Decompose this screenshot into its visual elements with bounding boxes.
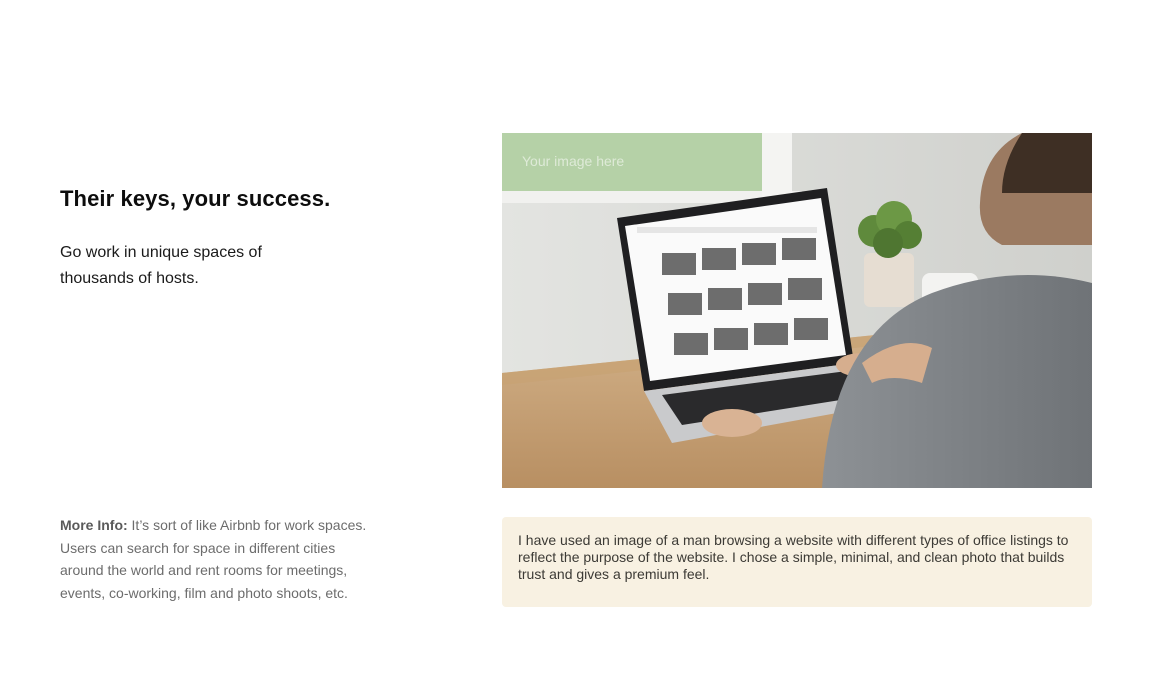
hero-subtitle: Go work in unique spaces of thousands of… — [60, 244, 262, 287]
hero-title: Their keys, your success. — [60, 186, 331, 211]
more-info-label: More Info: — [60, 517, 128, 533]
more-info: More Info: It’s sort of like Airbnb for … — [60, 514, 380, 604]
image-note: I have used an image of a man browsing a… — [502, 517, 1092, 607]
image-placeholder-text: Your image here — [522, 153, 625, 169]
image-note-text: I have used an image of a man browsing a… — [518, 532, 1069, 582]
laptop-scene-illustration — [502, 133, 1092, 488]
hero-image: Your image here — [502, 133, 1092, 488]
